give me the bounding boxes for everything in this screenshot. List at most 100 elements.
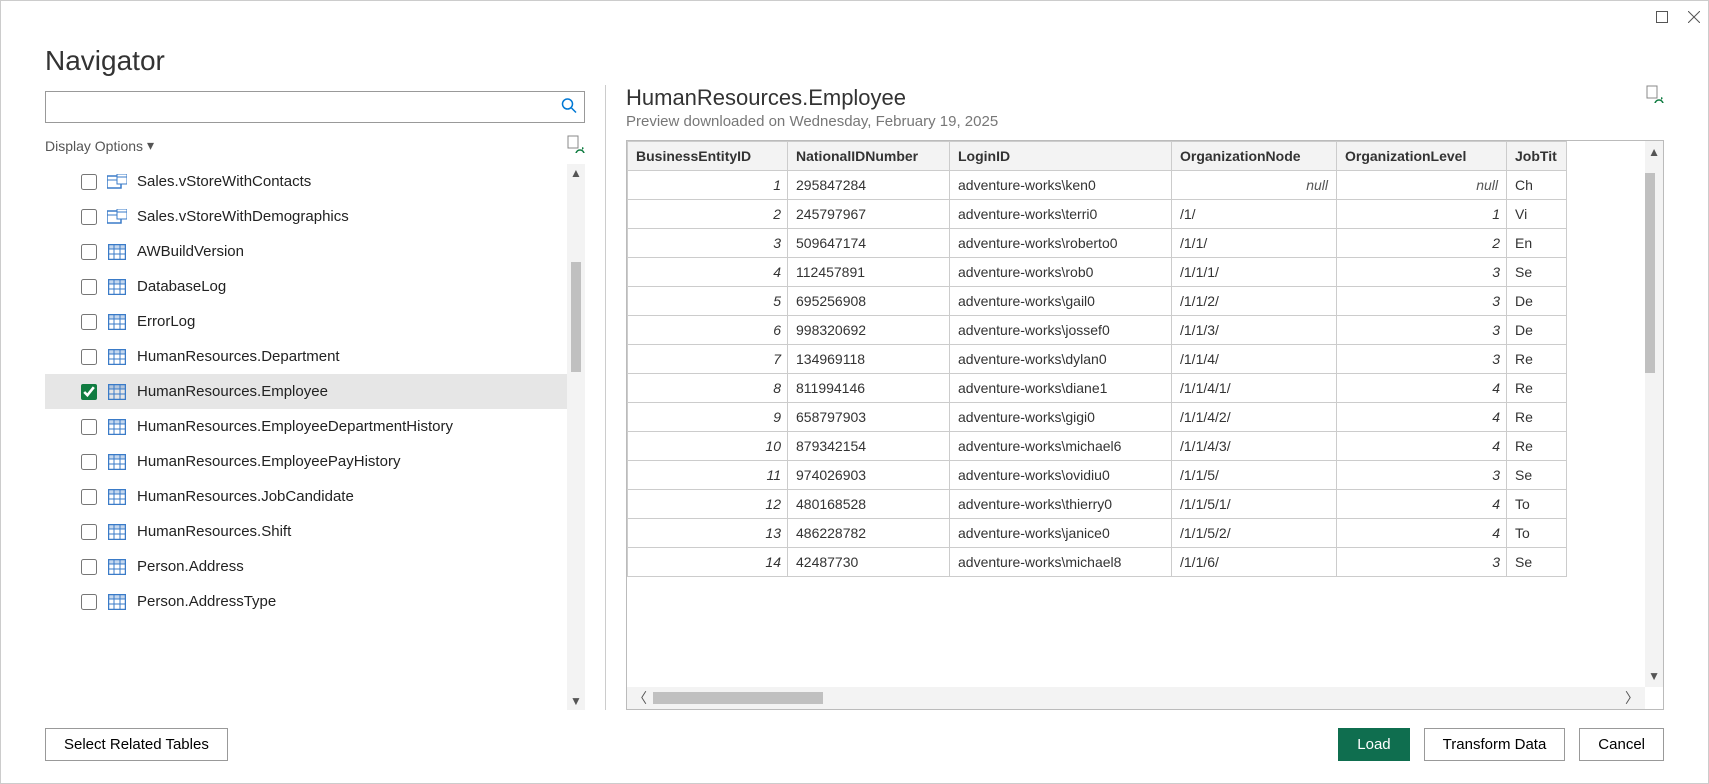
- tree-item-checkbox[interactable]: [81, 489, 97, 505]
- tree-item[interactable]: Person.Address: [45, 549, 585, 584]
- scroll-left-icon[interactable]: 〈: [627, 688, 653, 708]
- titlebar: [1, 1, 1708, 33]
- scroll-up-icon[interactable]: ▲: [568, 164, 584, 182]
- cell: adventure-works\thierry0: [950, 490, 1172, 519]
- table-row[interactable]: 4112457891adventure-works\rob0/1/1/1/3Se: [628, 258, 1567, 287]
- display-options-dropdown[interactable]: Display Options ▾: [45, 137, 154, 154]
- table-row[interactable]: 11974026903adventure-works\ovidiu0/1/1/5…: [628, 461, 1567, 490]
- tree-item-label: Sales.vStoreWithContacts: [137, 173, 311, 190]
- cell: adventure-works\michael6: [950, 432, 1172, 461]
- cell: De: [1507, 316, 1567, 345]
- cell: adventure-works\terri0: [950, 200, 1172, 229]
- cell: 3: [1337, 287, 1507, 316]
- table-icon: [107, 349, 127, 365]
- scroll-thumb[interactable]: [653, 692, 823, 704]
- refresh-icon[interactable]: [567, 135, 585, 156]
- column-header[interactable]: JobTit: [1507, 142, 1567, 171]
- table-row[interactable]: 10879342154adventure-works\michael6/1/1/…: [628, 432, 1567, 461]
- cancel-button[interactable]: Cancel: [1579, 728, 1664, 761]
- column-header[interactable]: NationalIDNumber: [788, 142, 950, 171]
- scroll-thumb[interactable]: [571, 262, 581, 372]
- table-row[interactable]: 6998320692adventure-works\jossef0/1/1/3/…: [628, 316, 1567, 345]
- tree-item-checkbox[interactable]: [81, 454, 97, 470]
- cell: /1/1/5/1/: [1172, 490, 1337, 519]
- table-row[interactable]: 7134969118adventure-works\dylan0/1/1/4/3…: [628, 345, 1567, 374]
- display-options-label: Display Options: [45, 138, 143, 154]
- table-row[interactable]: 8811994146adventure-works\diane1/1/1/4/1…: [628, 374, 1567, 403]
- table-row[interactable]: 1442487730adventure-works\michael8/1/1/6…: [628, 548, 1567, 577]
- cell: /1/1/6/: [1172, 548, 1337, 577]
- load-button[interactable]: Load: [1338, 728, 1409, 761]
- tree-item[interactable]: HumanResources.Department: [45, 339, 585, 374]
- close-icon[interactable]: [1686, 9, 1702, 25]
- tree-item-checkbox[interactable]: [81, 244, 97, 260]
- table-row[interactable]: 13486228782adventure-works\janice0/1/1/5…: [628, 519, 1567, 548]
- table-row[interactable]: 2245797967adventure-works\terri0/1/1Vi: [628, 200, 1567, 229]
- scroll-thumb[interactable]: [1645, 173, 1655, 373]
- cell: /1/1/1/: [1172, 258, 1337, 287]
- table-row[interactable]: 9658797903adventure-works\gigi0/1/1/4/2/…: [628, 403, 1567, 432]
- cell: 4: [628, 258, 788, 287]
- column-header[interactable]: OrganizationNode: [1172, 142, 1337, 171]
- cell: /1/1/2/: [1172, 287, 1337, 316]
- cell: adventure-works\dylan0: [950, 345, 1172, 374]
- tree-item[interactable]: Sales.vStoreWithDemographics: [45, 199, 585, 234]
- tree-item-checkbox[interactable]: [81, 594, 97, 610]
- scroll-down-icon[interactable]: ▼: [568, 692, 584, 710]
- table-icon: [107, 594, 127, 610]
- tree-item[interactable]: HumanResources.Employee: [45, 374, 585, 409]
- search-icon[interactable]: [561, 98, 577, 117]
- cell: 7: [628, 345, 788, 374]
- table-icon: [107, 454, 127, 470]
- cell: 486228782: [788, 519, 950, 548]
- tree-item[interactable]: HumanResources.EmployeeDepartmentHistory: [45, 409, 585, 444]
- transform-data-button[interactable]: Transform Data: [1424, 728, 1566, 761]
- cell: 3: [1337, 345, 1507, 374]
- cell: En: [1507, 229, 1567, 258]
- tree-item[interactable]: Person.AddressType: [45, 584, 585, 619]
- tree-item-checkbox[interactable]: [81, 524, 97, 540]
- tree-item-label: ErrorLog: [137, 313, 195, 330]
- tree-item-checkbox[interactable]: [81, 559, 97, 575]
- tree-item-checkbox[interactable]: [81, 174, 97, 190]
- tree-item[interactable]: DatabaseLog: [45, 269, 585, 304]
- tree-item[interactable]: HumanResources.JobCandidate: [45, 479, 585, 514]
- tree-item-checkbox[interactable]: [81, 349, 97, 365]
- scroll-down-icon[interactable]: ▼: [1644, 665, 1664, 687]
- tree-item-checkbox[interactable]: [81, 314, 97, 330]
- search-input[interactable]: [45, 91, 585, 123]
- table-row[interactable]: 3509647174adventure-works\roberto0/1/1/2…: [628, 229, 1567, 258]
- tree-item-checkbox[interactable]: [81, 279, 97, 295]
- column-header[interactable]: OrganizationLevel: [1337, 142, 1507, 171]
- table-row[interactable]: 5695256908adventure-works\gail0/1/1/2/3D…: [628, 287, 1567, 316]
- cell: adventure-works\janice0: [950, 519, 1172, 548]
- tree-item[interactable]: HumanResources.EmployeePayHistory: [45, 444, 585, 479]
- table-hscrollbar[interactable]: 〈 〉: [627, 687, 1645, 709]
- tree-item[interactable]: HumanResources.Shift: [45, 514, 585, 549]
- cell: /1/1/4/1/: [1172, 374, 1337, 403]
- cell: /1/1/3/: [1172, 316, 1337, 345]
- column-header[interactable]: LoginID: [950, 142, 1172, 171]
- preview-refresh-icon[interactable]: [1646, 85, 1664, 106]
- table-vscrollbar[interactable]: ▲ ▼: [1645, 141, 1663, 687]
- tree-item[interactable]: ErrorLog: [45, 304, 585, 339]
- cell: Se: [1507, 548, 1567, 577]
- cell: Re: [1507, 374, 1567, 403]
- view-icon: [107, 209, 127, 225]
- tree-item-checkbox[interactable]: [81, 209, 97, 225]
- cell: 658797903: [788, 403, 950, 432]
- tree-item[interactable]: AWBuildVersion: [45, 234, 585, 269]
- scroll-right-icon[interactable]: 〉: [1619, 688, 1645, 708]
- table-row[interactable]: 1295847284adventure-works\ken0nullnullCh: [628, 171, 1567, 200]
- tree-scrollbar[interactable]: ▲ ▼: [567, 164, 585, 710]
- cell: null: [1337, 171, 1507, 200]
- select-related-tables-button[interactable]: Select Related Tables: [45, 728, 228, 761]
- column-header[interactable]: BusinessEntityID: [628, 142, 788, 171]
- cell: 5: [628, 287, 788, 316]
- tree-item-checkbox[interactable]: [81, 384, 97, 400]
- table-row[interactable]: 12480168528adventure-works\thierry0/1/1/…: [628, 490, 1567, 519]
- tree-item[interactable]: Sales.vStoreWithContacts: [45, 164, 585, 199]
- tree-item-checkbox[interactable]: [81, 419, 97, 435]
- maximize-icon[interactable]: [1654, 9, 1670, 25]
- scroll-up-icon[interactable]: ▲: [1644, 141, 1664, 163]
